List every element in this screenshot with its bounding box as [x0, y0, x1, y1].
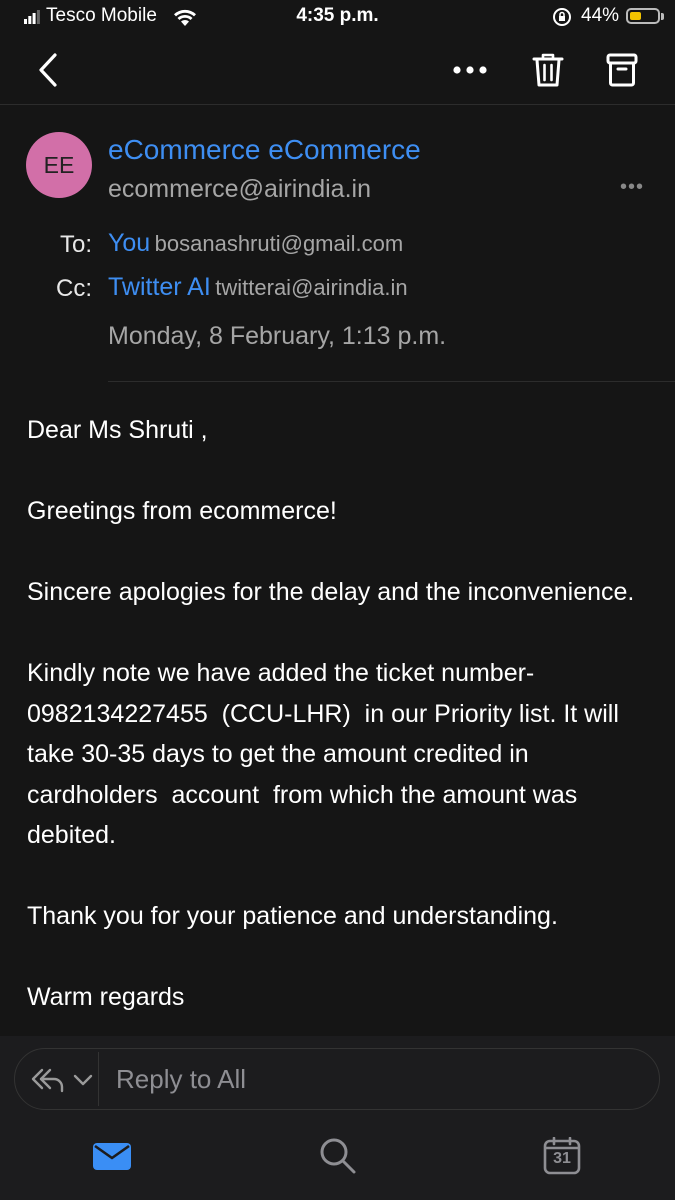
tab-calendar[interactable]: 31 — [536, 1132, 588, 1180]
chevron-down-icon[interactable] — [72, 1072, 94, 1093]
search-icon — [320, 1138, 356, 1174]
email-date: Monday, 8 February, 1:13 p.m. — [108, 322, 447, 350]
header-more-button[interactable]: ••• — [620, 176, 644, 199]
body-paragraph: Kindly note we have added the ticket num… — [27, 659, 626, 849]
body-paragraph: Warm regards — [27, 983, 185, 1011]
to-recipient[interactable]: You bosanashruti@gmail.com — [108, 229, 403, 258]
cc-email: twitterai@airindia.in — [215, 275, 408, 300]
cc-name: Twitter AI — [108, 273, 211, 301]
reply-all-icon[interactable] — [30, 1066, 66, 1099]
tab-search[interactable] — [312, 1132, 364, 1180]
body-paragraph: Thank you for your patience and understa… — [27, 902, 558, 930]
clock: 4:35 p.m. — [296, 5, 379, 26]
body-paragraph: Dear Ms Shruti , — [27, 416, 208, 444]
reply-bar[interactable] — [14, 1048, 660, 1110]
ellipsis-icon — [453, 66, 487, 74]
email-body: Dear Ms Shruti , Greetings from ecommerc… — [27, 410, 657, 1058]
battery-level — [630, 12, 642, 20]
sender-avatar[interactable]: EE — [26, 132, 92, 198]
chevron-left-icon — [39, 53, 57, 87]
status-bar: Tesco Mobile 4:35 p.m. 44% — [0, 0, 675, 36]
body-paragraph: Greetings from ecommerce! — [27, 497, 337, 525]
reply-separator — [98, 1052, 99, 1106]
back-button[interactable] — [28, 50, 68, 90]
more-button[interactable] — [446, 50, 494, 90]
nav-bar — [0, 36, 675, 105]
battery-nub — [661, 13, 664, 20]
tab-mail[interactable] — [86, 1132, 138, 1180]
reply-to-all-label[interactable]: Reply to All — [116, 1064, 246, 1095]
cc-label: Cc: — [56, 275, 92, 302]
trash-icon — [532, 53, 564, 87]
archive-button[interactable] — [600, 48, 644, 92]
battery-percent: 44% — [581, 5, 620, 26]
calendar-icon: 31 — [543, 1137, 581, 1175]
sender-email: ecommerce@airindia.in — [108, 175, 371, 203]
delete-button[interactable] — [526, 48, 570, 92]
archive-icon — [606, 53, 638, 87]
battery-icon — [626, 8, 660, 24]
header-divider — [108, 381, 675, 382]
sender-name[interactable]: eCommerce eCommerce — [108, 134, 421, 166]
to-email: bosanashruti@gmail.com — [154, 231, 404, 256]
rotation-lock-icon — [553, 8, 571, 26]
cc-recipient[interactable]: Twitter AI twitterai@airindia.in — [108, 273, 408, 302]
to-name: You — [108, 229, 151, 257]
mail-icon — [93, 1143, 131, 1170]
calendar-day: 31 — [553, 1150, 571, 1167]
body-paragraph: Sincere apologies for the delay and the … — [27, 578, 635, 606]
to-label: To: — [59, 231, 92, 258]
